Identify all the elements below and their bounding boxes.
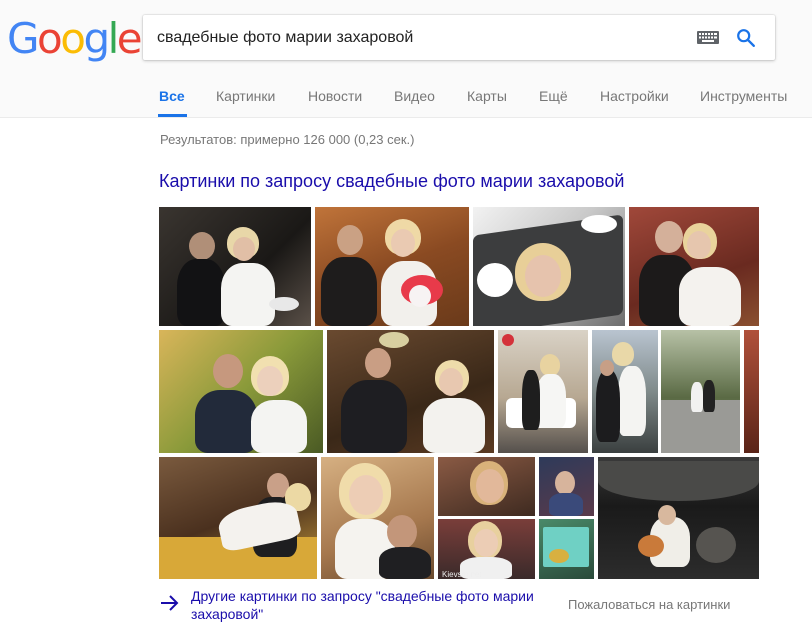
- image-thumbnail[interactable]: [315, 207, 469, 326]
- search-input[interactable]: [157, 15, 677, 60]
- tab-all[interactable]: Все: [159, 88, 185, 104]
- image-thumbnail[interactable]: [629, 207, 759, 326]
- image-thumbnail[interactable]: [159, 330, 323, 453]
- keyboard-icon[interactable]: [697, 31, 719, 44]
- search-icon[interactable]: [735, 27, 757, 49]
- image-thumbnail[interactable]: [539, 519, 594, 579]
- result-stats: Результатов: примерно 126 000 (0,23 сек.…: [160, 132, 415, 147]
- image-thumbnail[interactable]: [327, 330, 494, 453]
- tab-settings[interactable]: Настройки: [600, 88, 669, 104]
- image-thumbnail[interactable]: [592, 330, 658, 453]
- image-thumbnail[interactable]: [321, 457, 434, 579]
- image-thumbnail[interactable]: [744, 330, 759, 453]
- image-thumbnail[interactable]: [473, 207, 625, 326]
- top-bar: Google Все Картинки Новости Видео Карты …: [0, 0, 812, 118]
- image-thumbnail[interactable]: [159, 207, 311, 326]
- logo-letter: l: [107, 14, 120, 63]
- more-images-link[interactable]: Другие картинки по запросу "свадебные фо…: [191, 587, 561, 623]
- tab-news[interactable]: Новости: [308, 88, 362, 104]
- report-images-link[interactable]: Пожаловаться на картинки: [568, 597, 730, 612]
- logo-letter: o: [37, 14, 63, 63]
- tab-video[interactable]: Видео: [394, 88, 435, 104]
- tab-more[interactable]: Ещё: [539, 88, 568, 104]
- logo-letter: o: [60, 14, 86, 63]
- logo-letter: e: [116, 14, 143, 63]
- active-tab-indicator: [158, 114, 187, 117]
- search-tabs: Все Картинки Новости Видео Карты Ещё Нас…: [0, 78, 812, 118]
- tab-images[interactable]: Картинки: [216, 88, 275, 104]
- images-heading-link[interactable]: Картинки по запросу свадебные фото марии…: [159, 171, 624, 192]
- thumbnail-watermark: Kievsm.net: [442, 570, 482, 579]
- image-thumbnail[interactable]: [598, 457, 759, 579]
- arrow-right-icon[interactable]: [160, 594, 180, 612]
- image-thumbnail[interactable]: [539, 457, 594, 516]
- logo-letter: g: [83, 14, 110, 63]
- image-thumbnail[interactable]: [498, 330, 588, 453]
- image-thumbnail[interactable]: [661, 330, 740, 453]
- image-thumbnail[interactable]: [159, 457, 317, 579]
- tab-tools[interactable]: Инструменты: [700, 88, 787, 104]
- image-thumbnail[interactable]: [438, 457, 535, 516]
- tab-maps[interactable]: Карты: [467, 88, 507, 104]
- search-box: [143, 15, 775, 60]
- logo-letter: G: [7, 14, 40, 63]
- google-logo[interactable]: Google: [7, 14, 143, 63]
